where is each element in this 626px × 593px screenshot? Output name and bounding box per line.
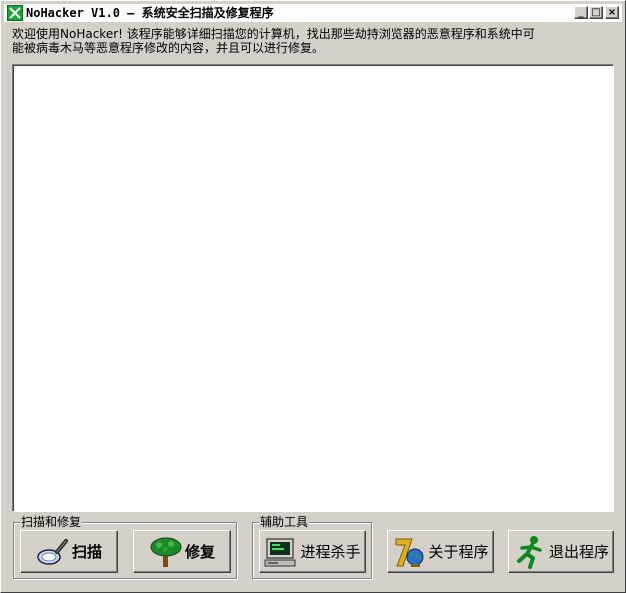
window-title: NoHacker V1.0 — 系统安全扫描及修复程序: [26, 6, 274, 20]
exit-button-label: 退出程序: [548, 543, 609, 561]
repair-button[interactable]: 修复: [133, 530, 231, 573]
tree-icon: [150, 537, 182, 567]
intro-line-2: 能被病毒木马等恶意程序修改的内容，并且可以进行修复。: [12, 41, 325, 55]
about-button-label: 关于程序: [428, 543, 489, 561]
process-killer-button[interactable]: 进程杀手: [259, 530, 366, 573]
magnifier-icon: [37, 538, 68, 565]
scan-button[interactable]: 扫描: [20, 530, 118, 573]
results-pane[interactable]: [12, 64, 614, 512]
process-killer-button-label: 进程杀手: [300, 543, 361, 561]
about-button[interactable]: 关于程序: [387, 530, 494, 573]
main-window: NoHacker V1.0 — 系统安全扫描及修复程序 _ □ × 欢迎使用No…: [0, 0, 626, 593]
tools-group-label: 辅助工具: [259, 515, 310, 529]
repair-button-label: 修复: [184, 543, 215, 561]
app-icon: [7, 5, 23, 21]
intro-text: 欢迎使用NoHacker! 该程序能够详细扫描您的计算机，找出那些劫持浏览器的恶…: [12, 27, 612, 55]
minimize-button[interactable]: _: [574, 6, 588, 19]
close-button[interactable]: ×: [605, 6, 619, 19]
title-bar[interactable]: NoHacker V1.0 — 系统安全扫描及修复程序 _ □ ×: [4, 4, 622, 22]
scan-button-label: 扫描: [71, 543, 102, 561]
seven-globe-icon: [395, 538, 424, 567]
intro-line-1: 欢迎使用NoHacker! 该程序能够详细扫描您的计算机，找出那些劫持浏览器的恶…: [12, 27, 535, 41]
running-man-icon: [516, 535, 542, 569]
exit-button[interactable]: 退出程序: [508, 530, 614, 573]
scan-repair-group-label: 扫描和修复: [20, 515, 83, 529]
computer-icon: [264, 537, 296, 566]
maximize-button[interactable]: □: [589, 6, 603, 19]
